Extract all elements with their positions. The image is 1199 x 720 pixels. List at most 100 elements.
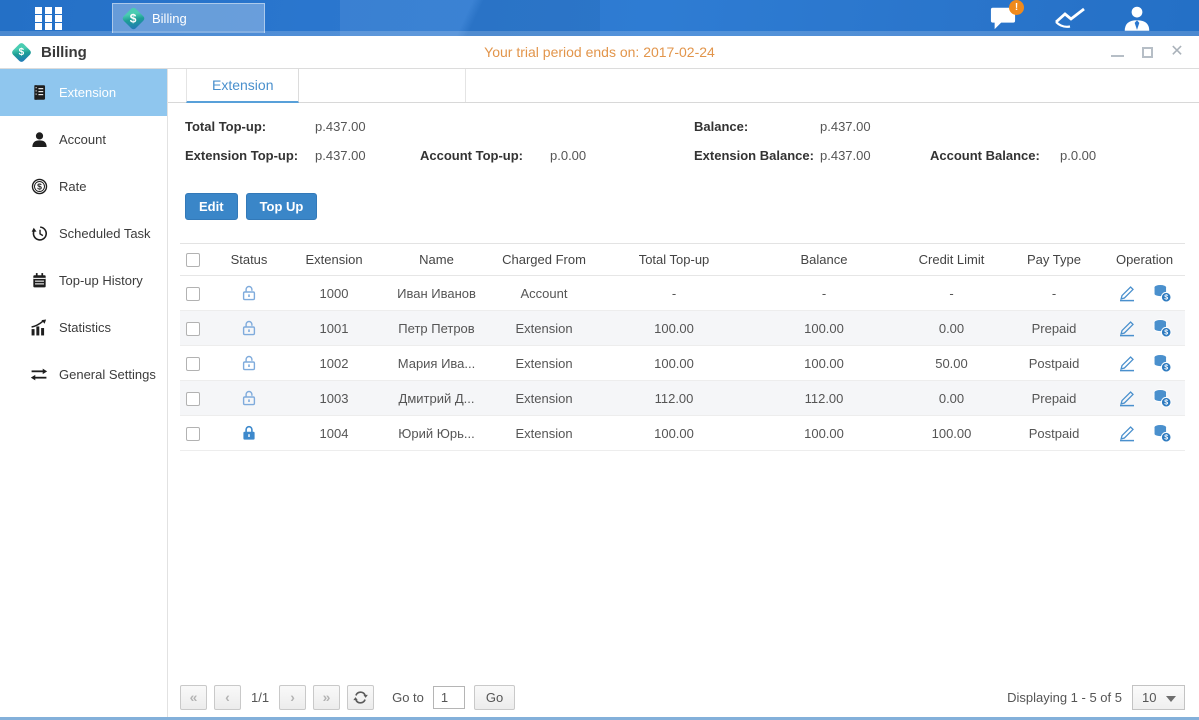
balance-value: p.437.00	[820, 119, 930, 134]
sidebar-item-label: Statistics	[59, 320, 111, 335]
operation-cell: $	[1104, 416, 1185, 451]
ledger-icon	[30, 84, 48, 102]
resource-monitor-icon[interactable]	[1053, 3, 1087, 33]
first-page-icon[interactable]: «	[180, 685, 207, 710]
tab-bar-divider	[299, 69, 466, 102]
app-launcher-icon[interactable]	[35, 7, 69, 30]
top-up-coins-icon[interactable]: $	[1152, 388, 1172, 408]
status-cell	[214, 311, 284, 346]
column-header: Operation	[1104, 244, 1185, 276]
edit-pencil-icon[interactable]	[1117, 353, 1137, 373]
maximize-icon[interactable]	[1139, 44, 1155, 60]
extension-cell: 1002	[284, 346, 384, 381]
pay-type-cell: Prepaid	[1004, 381, 1104, 416]
name-cell: Юрий Юрь...	[384, 416, 489, 451]
transfer-arrows-icon	[30, 366, 48, 384]
operation-cell: $	[1104, 381, 1185, 416]
row-checkbox[interactable]	[186, 322, 200, 336]
app-tab-label: Billing	[152, 11, 187, 26]
minimize-icon[interactable]	[1109, 44, 1125, 60]
total-topup-value: p.437.00	[315, 119, 420, 134]
sidebar-item-top-up-history[interactable]: Top-up History	[0, 257, 167, 304]
page-size-select[interactable]: 10	[1132, 685, 1185, 710]
top-up-button[interactable]: Top Up	[246, 193, 318, 220]
top-up-coins-icon[interactable]: $	[1152, 423, 1172, 443]
clock-history-icon	[30, 225, 48, 243]
billing-dollar-icon: $	[121, 6, 145, 30]
extension-topup-value: p.437.00	[315, 148, 420, 163]
svg-text:$: $	[1164, 295, 1168, 302]
sidebar-item-account[interactable]: Account	[0, 116, 167, 163]
goto-label: Go to	[392, 690, 424, 705]
calendar-icon	[30, 272, 48, 290]
credit-limit-cell: 0.00	[899, 381, 1004, 416]
name-cell: Дмитрий Д...	[384, 381, 489, 416]
total-topup-cell: 112.00	[599, 381, 749, 416]
sidebar-item-rate[interactable]: $ Rate	[0, 163, 167, 210]
status-cell	[214, 346, 284, 381]
unlocked-icon	[240, 389, 258, 407]
sidebar-item-label: Rate	[59, 179, 86, 194]
svg-text:$: $	[1164, 365, 1168, 372]
select-all-checkbox[interactable]	[186, 253, 200, 267]
window-title-bar: $ Billing Your trial period ends on: 201…	[0, 36, 1199, 69]
tab-extension-label: Extension	[212, 77, 273, 93]
row-checkbox[interactable]	[186, 287, 200, 301]
go-button[interactable]: Go	[474, 685, 515, 710]
tab-bar: Extension	[168, 69, 1199, 103]
sidebar-item-general-settings[interactable]: General Settings	[0, 351, 167, 398]
user-account-icon[interactable]	[1120, 3, 1154, 33]
sidebar-item-label: Top-up History	[59, 273, 143, 288]
close-icon[interactable]: ✕	[1169, 44, 1185, 60]
column-header: Extension	[284, 244, 384, 276]
top-up-coins-icon[interactable]: $	[1152, 318, 1172, 338]
charged-from-cell: Extension	[489, 311, 599, 346]
sidebar-item-scheduled-task[interactable]: Scheduled Task	[0, 210, 167, 257]
total-topup-cell: 100.00	[599, 416, 749, 451]
refresh-icon[interactable]	[347, 685, 374, 710]
sidebar-item-label: General Settings	[59, 367, 156, 382]
edit-button[interactable]: Edit	[185, 193, 238, 220]
edit-pencil-icon[interactable]	[1117, 283, 1137, 303]
column-header: Name	[384, 244, 489, 276]
app-tab-billing[interactable]: $ Billing	[112, 3, 265, 33]
row-checkbox[interactable]	[186, 427, 200, 441]
sidebar-item-statistics[interactable]: Statistics	[0, 304, 167, 351]
top-up-coins-icon[interactable]: $	[1152, 353, 1172, 373]
svg-text:$: $	[1164, 330, 1168, 337]
prev-page-icon[interactable]: ‹	[214, 685, 241, 710]
goto-page-input[interactable]	[433, 686, 465, 709]
tab-extension[interactable]: Extension	[186, 69, 299, 103]
name-cell: Мария Ива...	[384, 346, 489, 381]
total-topup-label: Total Top-up:	[185, 119, 315, 134]
sidebar-item-extension[interactable]: Extension	[0, 69, 167, 116]
sidebar: ExtensionAccount $ Rate Scheduled Task Top-u…	[0, 69, 168, 717]
svg-text:$: $	[37, 182, 42, 192]
billing-app-window: $ Billing ! $	[0, 0, 1199, 720]
operation-cell: $	[1104, 276, 1185, 311]
credit-limit-cell: 50.00	[899, 346, 1004, 381]
edit-pencil-icon[interactable]	[1117, 318, 1137, 338]
row-checkbox[interactable]	[186, 392, 200, 406]
displaying-count: Displaying 1 - 5 of 5	[1007, 690, 1122, 705]
column-header: Balance	[749, 244, 899, 276]
row-checkbox[interactable]	[186, 357, 200, 371]
edit-pencil-icon[interactable]	[1117, 423, 1137, 443]
next-page-icon[interactable]: ›	[279, 685, 306, 710]
row-checkbox-cell	[180, 346, 214, 381]
notifications-chat-icon[interactable]: !	[986, 3, 1020, 33]
last-page-icon[interactable]: »	[313, 685, 340, 710]
balance-cell: 100.00	[749, 346, 899, 381]
name-cell: Иван Иванов	[384, 276, 489, 311]
top-up-coins-icon[interactable]: $	[1152, 283, 1172, 303]
edit-pencil-icon[interactable]	[1117, 388, 1137, 408]
account-topup-label: Account Top-up:	[420, 148, 550, 163]
extension-topup-label: Extension Top-up:	[185, 148, 315, 163]
status-cell	[214, 416, 284, 451]
window-title: Billing	[41, 44, 87, 61]
person-icon	[30, 131, 48, 149]
account-balance-label: Account Balance:	[930, 148, 1060, 163]
balance-label: Balance:	[694, 119, 820, 134]
locked-icon	[240, 424, 258, 442]
charged-from-cell: Extension	[489, 346, 599, 381]
